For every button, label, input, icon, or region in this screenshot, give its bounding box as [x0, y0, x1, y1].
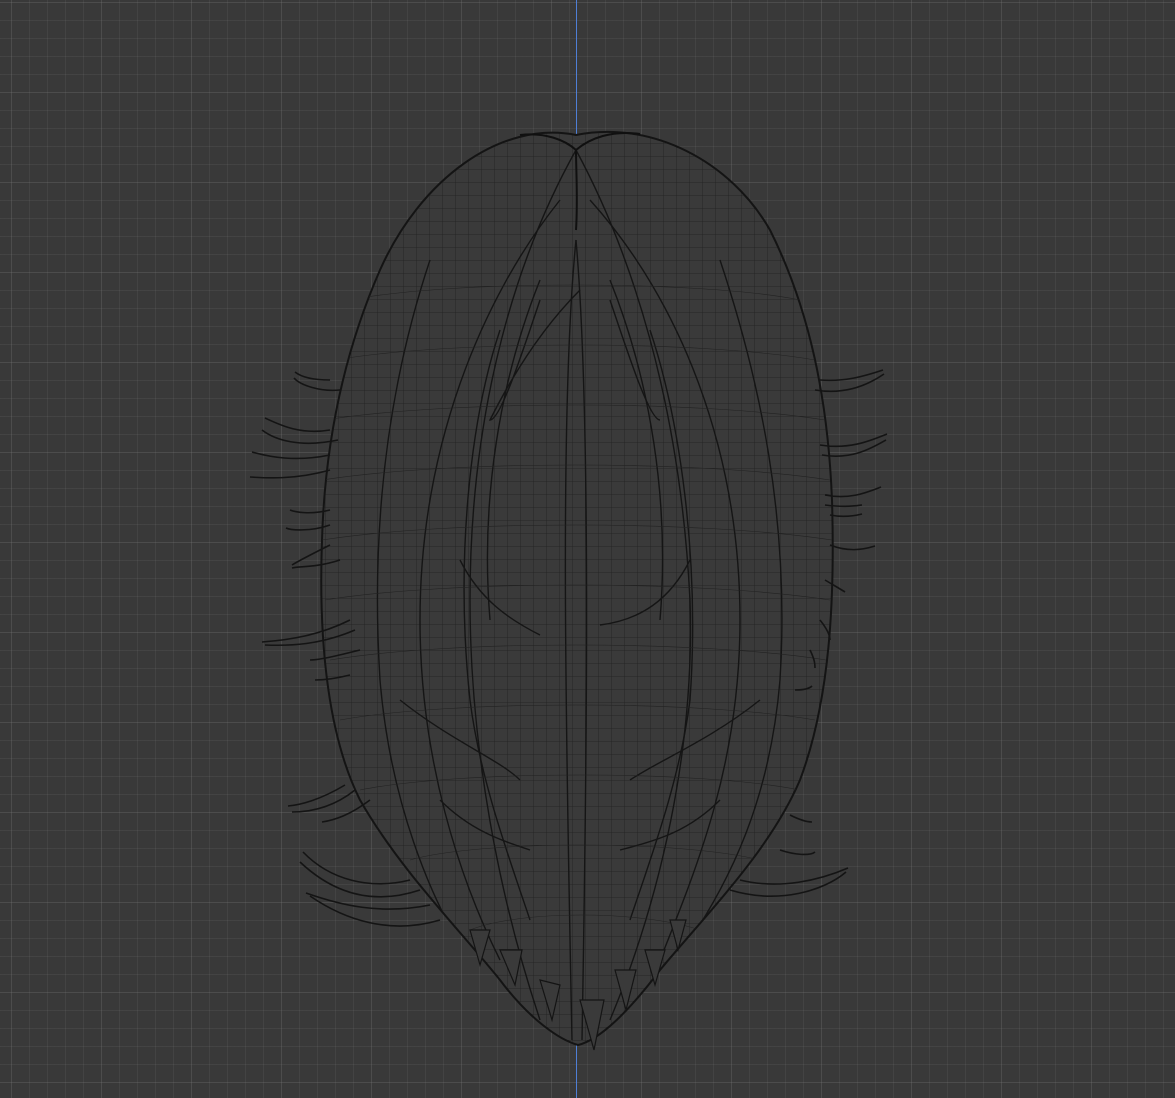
3d-viewport[interactable] [0, 0, 1175, 1098]
hair-mesh-wireframe[interactable] [0, 0, 1175, 1098]
hair-body [320, 130, 834, 1047]
